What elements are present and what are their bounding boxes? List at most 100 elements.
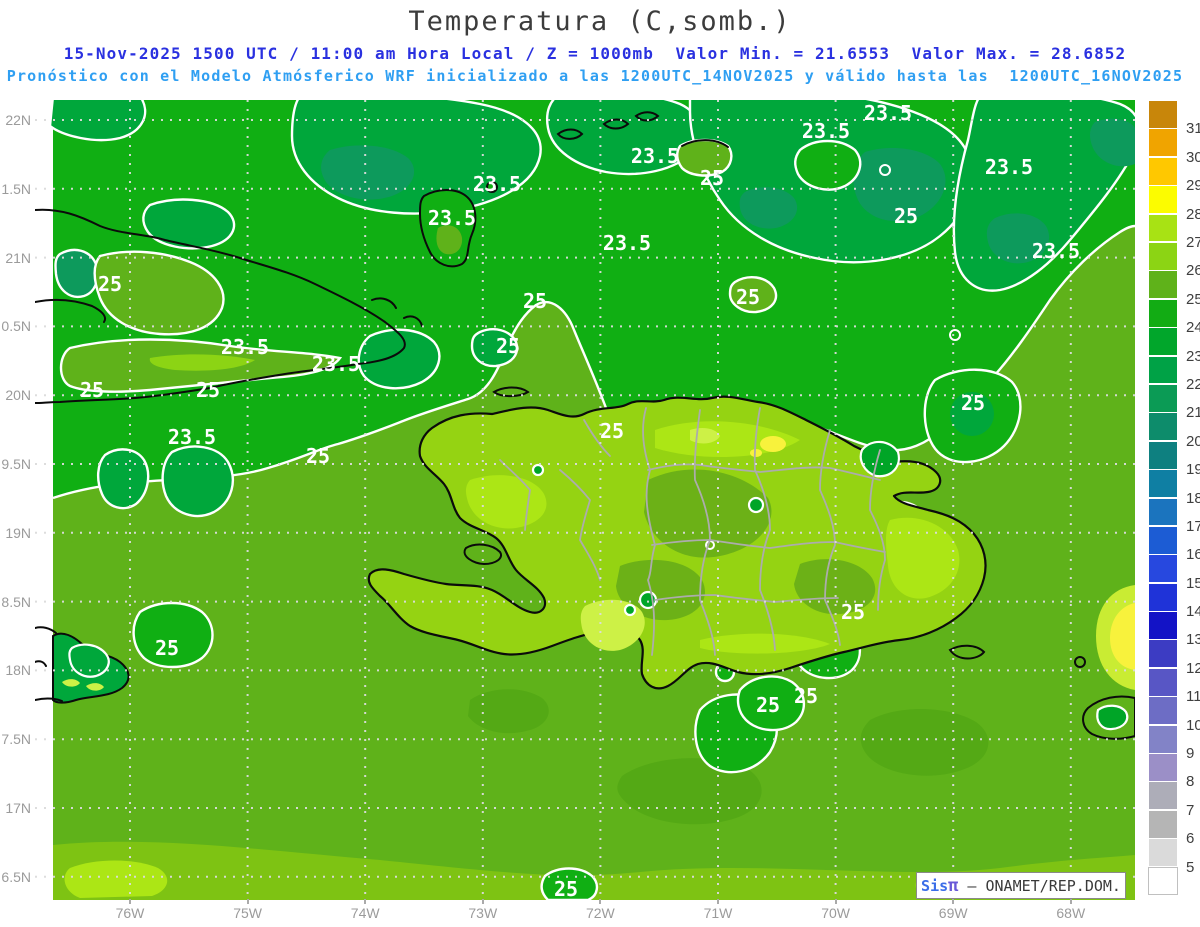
contour-label: 25 xyxy=(80,378,104,402)
contour-label: 25 xyxy=(756,693,780,717)
colorbar-tick-label: 25 xyxy=(1186,290,1200,308)
colorbar-segment xyxy=(1148,611,1178,640)
colorbar-segment xyxy=(1148,270,1178,300)
lon-tick-label: 69W xyxy=(921,899,985,921)
colorbar-tick-label: 5 xyxy=(1186,858,1195,876)
lat-tick-label: 19N xyxy=(5,524,31,541)
lat-tick-label: 7.5N xyxy=(1,731,31,748)
lon-tick-label: 68W xyxy=(1039,899,1103,921)
lat-tick-label: 17N xyxy=(5,800,31,816)
contour-label: 25 xyxy=(841,600,865,624)
page-title: Temperatura (C,somb.) xyxy=(408,6,792,37)
agency-label: – ONAMET/REP.DOM. xyxy=(958,876,1121,895)
lat-tick-label: 22N xyxy=(5,112,31,128)
cuba-mountain-cool-spot xyxy=(54,248,99,299)
colorbar-tick-label: 16 xyxy=(1186,546,1200,564)
colorbar-tick-label: 20 xyxy=(1186,432,1200,450)
lon-tick-label: 70W xyxy=(804,899,868,921)
sispi-logo-text: Sis xyxy=(921,876,949,895)
lat-tick-label: 0.5N xyxy=(1,318,31,335)
colorbar-segment xyxy=(1148,667,1178,697)
subtitle-model-info: Pronóstico con el Modelo Atmósferico WRF… xyxy=(6,67,1184,85)
colorbar-segment xyxy=(1148,554,1178,584)
lat-tick-label: 1.5N xyxy=(1,180,31,197)
contour-label: 23.5 xyxy=(802,119,850,143)
colorbar-segment xyxy=(1148,696,1178,726)
lon-tick-label: 71W xyxy=(686,899,750,921)
jamaica-cool-ring xyxy=(68,643,110,678)
islet xyxy=(1074,656,1086,668)
colorbar-segment xyxy=(1148,241,1178,271)
colorbar-tick-label: 30 xyxy=(1186,148,1200,166)
colorbar-segment xyxy=(1148,440,1178,470)
lon-tick-mark xyxy=(952,899,955,904)
colorbar-segment xyxy=(1148,753,1178,782)
colorbar-tick-label: 6 xyxy=(1186,830,1195,848)
colorbar-segment xyxy=(1148,185,1178,215)
temperature-colorbar: 31 30 29 28 27 26 25 24 23 22 21 20 19 18 17 16 15 14 13 12… xyxy=(1148,100,1200,896)
contour-label: 23.5 xyxy=(631,144,679,168)
contour-label: 23.5 xyxy=(1032,239,1080,263)
colorbar-tick-label: 31 xyxy=(1186,120,1200,138)
colorbar-tick-label: 18 xyxy=(1186,489,1200,507)
lat-tick-label: 9.5N xyxy=(1,456,31,472)
contour-label: 25 xyxy=(554,877,578,900)
lon-tick-mark xyxy=(1069,899,1072,904)
contour-label: 25 xyxy=(196,378,220,402)
contour-label: 25 xyxy=(600,419,624,443)
sispi-pi-symbol: π xyxy=(948,875,959,896)
contour-label: 25 xyxy=(894,204,918,228)
weather-map-page: Temperatura (C,somb.) 15-Nov-2025 1500 U… xyxy=(0,0,1200,927)
colorbar-tick-label: 19 xyxy=(1186,461,1200,479)
lat-tick-label: 6.5N xyxy=(1,868,31,885)
colorbar-tick-label: 11 xyxy=(1186,688,1200,706)
colorbar-segment xyxy=(1148,781,1178,811)
contour-label: 25 xyxy=(736,285,760,309)
lon-tick-mark xyxy=(364,899,367,904)
contour-label: 23.5 xyxy=(473,172,521,196)
colorbar-segment xyxy=(1148,100,1178,129)
lon-tick-label: 76W xyxy=(98,899,162,921)
colorbar-segment xyxy=(1148,355,1178,385)
contour-label: 25 xyxy=(700,166,724,190)
contour-label: 25 xyxy=(155,636,179,660)
branding-box: Sis π – ONAMET/REP.DOM. xyxy=(916,872,1126,899)
colorbar-tick-label: 17 xyxy=(1186,517,1200,535)
colorbar-tick-label: 29 xyxy=(1186,177,1200,195)
colorbar-tick-label: 28 xyxy=(1186,205,1200,223)
colorbar-segment xyxy=(1148,639,1178,669)
colorbar-segment xyxy=(1148,469,1178,498)
lon-tick-label: 75W xyxy=(216,899,280,921)
colorbar-segment xyxy=(1148,838,1178,868)
colorbar-segment xyxy=(1148,497,1178,527)
colorbar-segment xyxy=(1148,724,1178,754)
contour-label: 25 xyxy=(961,391,985,415)
lon-tick-label: 73W xyxy=(451,899,515,921)
colorbar-segment xyxy=(1148,156,1178,186)
colorbar-segment xyxy=(1148,412,1178,442)
colorbar-segment xyxy=(1148,128,1178,158)
lon-tick-mark xyxy=(481,899,484,904)
contour-label: 23.5 xyxy=(603,231,651,255)
contour-label: 23.5 xyxy=(168,425,216,449)
contour-label: 25 xyxy=(794,684,818,708)
lon-tick-mark xyxy=(599,899,602,904)
lat-tick-label: 20N xyxy=(5,387,31,404)
lat-tick-label: 8.5N xyxy=(1,593,31,610)
contour-label: 23.5 xyxy=(985,155,1033,179)
contour-label: 23.5 xyxy=(864,101,912,125)
colorbar-segment xyxy=(1148,213,1178,243)
lon-tick-mark xyxy=(834,899,837,904)
temperature-map: 23.5 23.5 23.5 23.5 23.5 23.5 23.5 23.5 23.5 23.5… xyxy=(35,100,1135,900)
colorbar-tick-label: 15 xyxy=(1186,574,1200,592)
colorbar-tick-label: 8 xyxy=(1186,773,1195,791)
lon-tick-mark xyxy=(129,899,131,904)
colorbar-tick-label: 24 xyxy=(1186,319,1200,337)
sea-warm-hole xyxy=(794,139,862,191)
contour-label: 23.5 xyxy=(428,206,476,230)
contour-label: 25 xyxy=(523,289,547,313)
colorbar-segment xyxy=(1148,866,1178,896)
colorbar-tick-label: 12 xyxy=(1186,659,1200,677)
lon-tick-label: 74W xyxy=(333,899,397,921)
colorbar-segment xyxy=(1148,327,1178,357)
